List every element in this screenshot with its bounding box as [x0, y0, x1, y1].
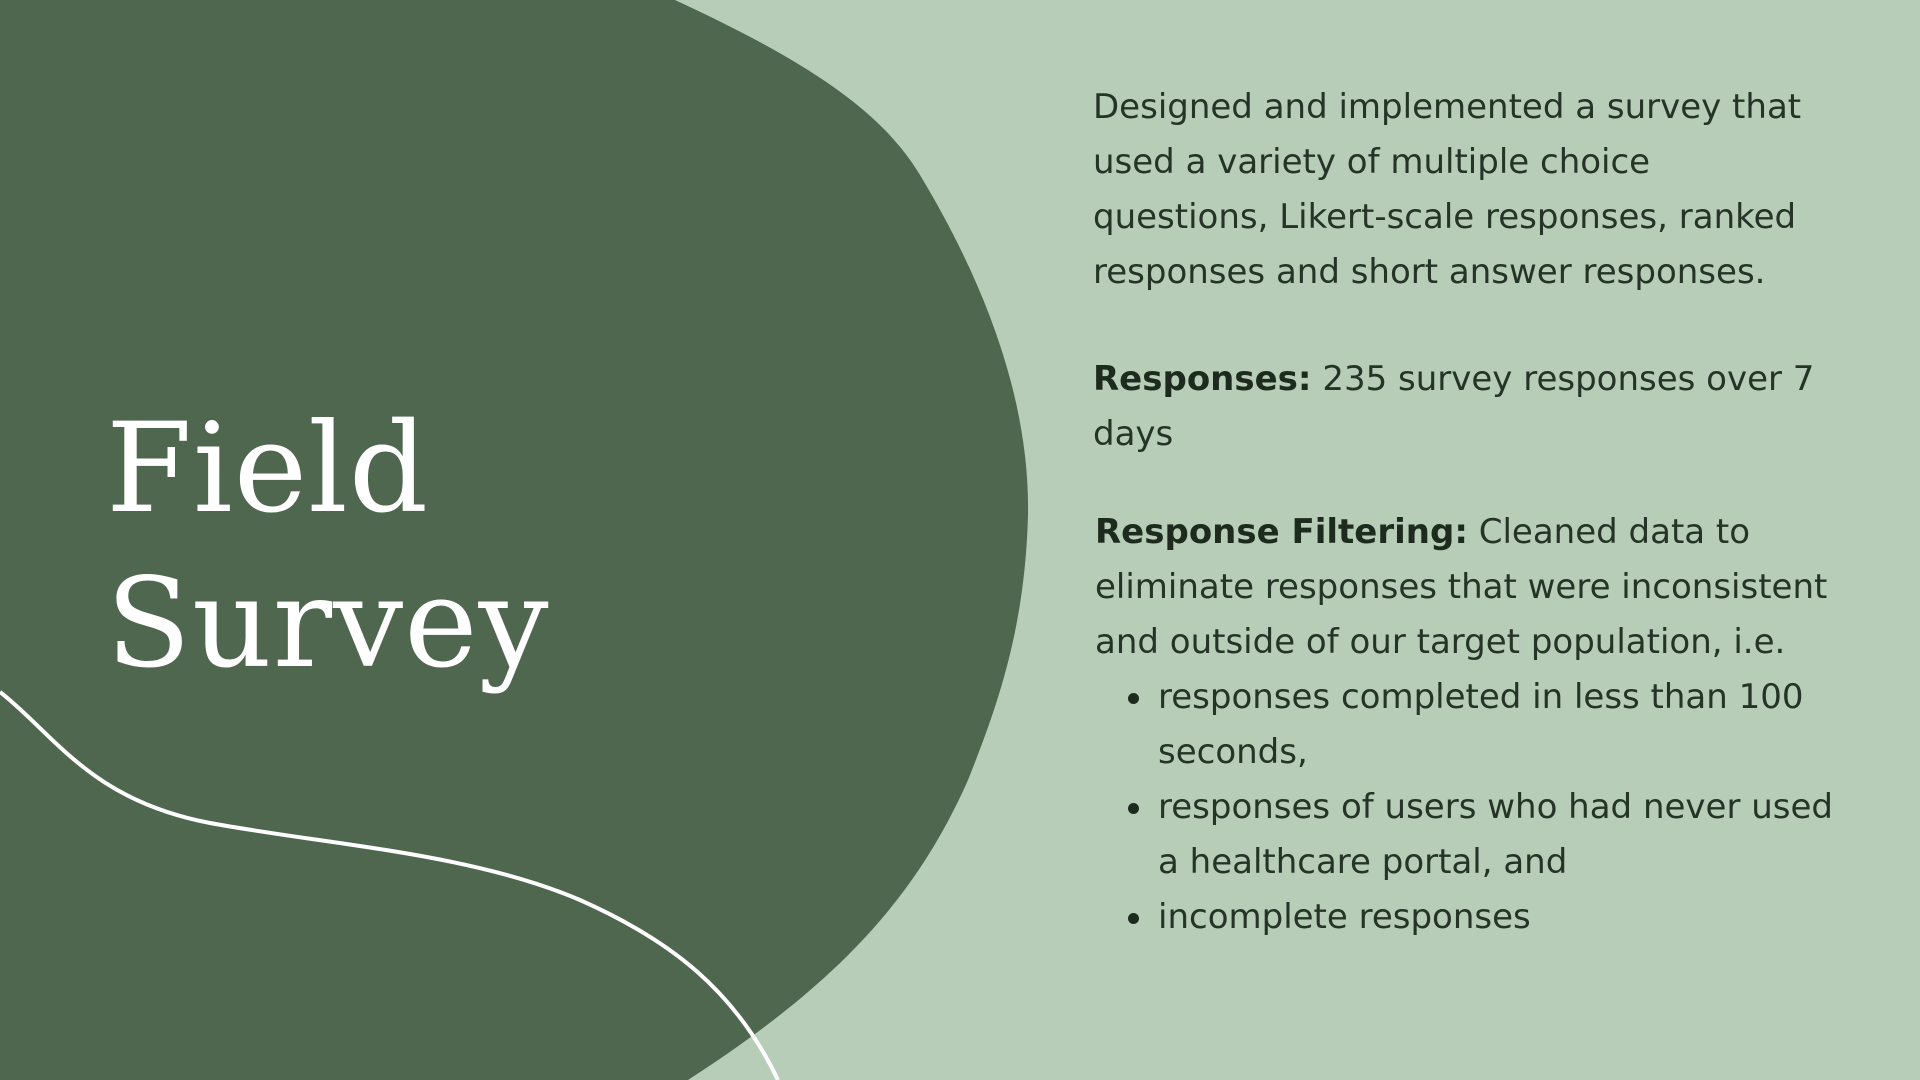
filtering-label: Response Filtering: — [1095, 512, 1468, 552]
list-item: incomplete responses — [1128, 890, 1833, 945]
list-item: responses of users who had never used a … — [1128, 780, 1833, 890]
filter-criteria-list: responses completed in less than 100 sec… — [1095, 670, 1833, 945]
title-line-survey: Survey — [106, 552, 550, 696]
intro-paragraph: Designed and implemented a survey that u… — [1093, 87, 1802, 292]
page-title: Field Survey — [106, 392, 550, 702]
response-filtering-section: Response Filtering: Cleaned data to elim… — [1093, 505, 1833, 945]
slide: Field Survey Designed and implemented a … — [0, 0, 1920, 1080]
filtering-paragraph: Response Filtering: Cleaned data to elim… — [1095, 505, 1833, 670]
responses-paragraph: Responses: 235 survey responses over 7 d… — [1093, 352, 1833, 462]
content-panel: Designed and implemented a survey that u… — [1093, 80, 1833, 945]
list-item: responses completed in less than 100 sec… — [1128, 670, 1833, 780]
responses-label: Responses: — [1093, 359, 1312, 399]
title-line-field: Field — [106, 397, 430, 541]
